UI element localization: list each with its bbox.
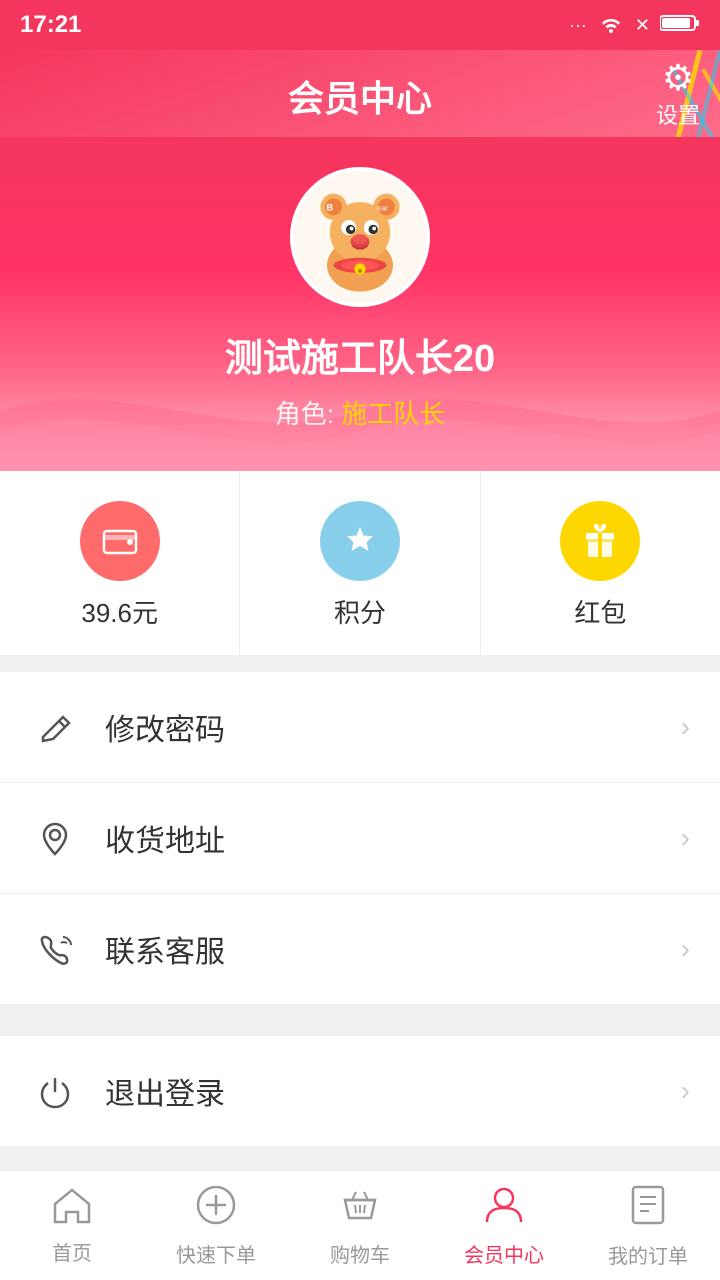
status-bar: 17:21 ··· ✕ <box>0 0 720 50</box>
menu-item-change-password[interactable]: 修改密码 › <box>0 672 720 783</box>
nav-member[interactable]: 会员中心 <box>432 1171 576 1280</box>
menu-group-2: 退出登录 › <box>0 1036 720 1146</box>
address-label: 收货地址 <box>105 816 681 860</box>
arrow-icon-logout: › <box>681 1075 690 1107</box>
stat-points[interactable]: 积分 <box>240 471 480 655</box>
menu-group-1: 修改密码 › 收货地址 › 联系客服 › <box>0 672 720 1004</box>
logout-label: 退出登录 <box>105 1069 681 1113</box>
nav-quick-order-label: 快速下单 <box>176 1239 256 1268</box>
arrow-icon-password: › <box>681 711 690 743</box>
settings-button[interactable]: ⚙ 设置 <box>656 60 700 130</box>
change-password-label: 修改密码 <box>105 705 681 749</box>
svg-text:B: B <box>326 202 333 213</box>
header: 会员中心 ⚙ 设置 <box>0 50 720 137</box>
status-icons: ··· ✕ <box>569 13 700 38</box>
avatar-image: B ear <box>294 167 426 307</box>
settings-label: 设置 <box>656 98 700 130</box>
star-icon <box>320 501 400 581</box>
menu-item-customer-service[interactable]: 联系客服 › <box>0 894 720 1004</box>
nav-orders[interactable]: 我的订单 <box>576 1171 720 1280</box>
nav-member-label: 会员中心 <box>464 1239 544 1268</box>
gear-icon: ⚙ <box>662 60 694 96</box>
nav-cart-label: 购物车 <box>330 1239 390 1268</box>
nav-home-label: 首页 <box>52 1237 92 1266</box>
role-prefix: 角色: <box>275 399 341 429</box>
bottom-nav: 首页 快速下单 购物车 <box>0 1170 720 1280</box>
menu-item-logout[interactable]: 退出登录 › <box>0 1036 720 1146</box>
redpacket-label: 红包 <box>574 593 626 630</box>
profile-section: B ear 测试施工队长20 角色: 施工队长 <box>0 137 720 471</box>
stat-wallet[interactable]: 39.6元 <box>0 471 240 655</box>
header-top: 会员中心 ⚙ 设置 <box>0 50 720 137</box>
edit-icon <box>30 702 80 752</box>
username: 测试施工队长20 <box>0 327 720 382</box>
role-name: 施工队长 <box>341 399 445 429</box>
home-icon <box>51 1186 93 1231</box>
plus-circle-icon <box>195 1184 237 1233</box>
menu-item-address[interactable]: 收货地址 › <box>0 783 720 894</box>
gift-icon <box>560 501 640 581</box>
signal-icon: ··· <box>569 15 587 36</box>
basket-icon <box>339 1184 381 1233</box>
stats-row: 39.6元 积分 红包 <box>0 471 720 656</box>
arrow-icon-service: › <box>681 933 690 965</box>
role-text: 角色: 施工队长 <box>0 394 720 431</box>
document-icon <box>629 1183 667 1234</box>
points-label: 积分 <box>334 593 386 630</box>
location-icon <box>30 813 80 863</box>
wifi-icon <box>597 13 625 38</box>
wallet-icon <box>80 501 160 581</box>
avatar: B ear <box>290 167 430 307</box>
arrow-icon-address: › <box>681 822 690 854</box>
svg-text:ear: ear <box>377 204 388 213</box>
close-icon: ✕ <box>635 15 650 36</box>
wallet-value: 39.6元 <box>81 593 158 630</box>
phone-icon <box>30 924 80 974</box>
stat-redpacket[interactable]: 红包 <box>481 471 720 655</box>
nav-cart[interactable]: 购物车 <box>288 1171 432 1280</box>
status-time: 17:21 <box>20 11 81 39</box>
battery-icon <box>660 13 700 38</box>
menu-divider <box>0 1004 720 1020</box>
power-icon <box>30 1066 80 1116</box>
customer-service-label: 联系客服 <box>105 927 681 971</box>
avatar-container: B ear <box>0 137 720 327</box>
nav-home[interactable]: 首页 <box>0 1171 144 1280</box>
page-title: 会员中心 <box>288 70 432 122</box>
user-icon <box>483 1184 525 1233</box>
nav-quick-order[interactable]: 快速下单 <box>144 1171 288 1280</box>
nav-orders-label: 我的订单 <box>608 1240 688 1269</box>
